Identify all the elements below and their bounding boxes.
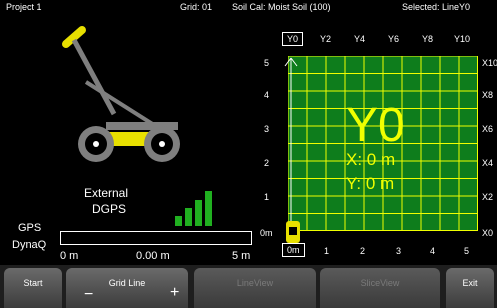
signal-bar <box>205 191 212 226</box>
x-position-readout: X: 0 m <box>346 150 396 169</box>
tab-y0[interactable]: Y0 <box>282 32 304 46</box>
lineview-label: LineView <box>236 278 274 288</box>
start-button[interactable]: Start <box>4 268 62 308</box>
y-axis-label: 3 <box>264 124 270 134</box>
y-axis-label: 1 <box>264 192 270 202</box>
project-name: Project 1 <box>6 2 42 12</box>
dynaq-value: 0.00 m <box>136 250 170 262</box>
dynaq-start: 0 m <box>60 250 79 262</box>
y-axis-label: 4 <box>264 90 270 100</box>
start-button-label: Start <box>23 278 43 288</box>
y-axis-label: 5 <box>264 58 270 68</box>
grid-id: Grid: 01 <box>180 2 213 12</box>
x-axis-label-origin: 0m <box>282 243 305 257</box>
x-line-label: X8 <box>482 90 494 100</box>
exit-button[interactable]: Exit <box>446 268 494 308</box>
soil-calibration: Soil Cal: Moist Soil (100) <box>232 2 331 12</box>
grid-line-minus-button[interactable]: − <box>84 286 93 304</box>
x-axis-label: 1 <box>324 246 330 256</box>
signal-bar <box>175 216 182 226</box>
gps-source-line1: External <box>84 186 129 200</box>
x-axis-label: 4 <box>430 246 436 256</box>
x-line-label: X2 <box>482 192 494 202</box>
signal-strength-icon <box>175 191 212 226</box>
dynaq-end: 5 m <box>232 250 251 262</box>
exit-label: Exit <box>462 278 478 288</box>
current-line-display: Y0 <box>346 99 405 152</box>
x-axis-label: 2 <box>360 246 366 256</box>
signal-bar <box>185 208 192 226</box>
gps-source-line2: DGPS <box>92 202 127 216</box>
line-tabs: Y0 Y2 Y4 Y6 Y8 Y10 <box>282 30 497 48</box>
status-bar: Project 1 Grid: 01 Soil Cal: Moist Soil … <box>0 0 497 14</box>
x-line-label: X4 <box>482 158 494 168</box>
lineview-button[interactable]: LineView <box>194 268 316 308</box>
x-line-label: X6 <box>482 124 494 134</box>
signal-bar <box>195 200 202 226</box>
grid-line-plus-button[interactable]: + <box>170 284 179 302</box>
y-axis-label: 0m <box>260 228 273 238</box>
dynaq-progress-bar <box>60 231 252 245</box>
sliceview-label: SliceView <box>360 278 400 288</box>
cart-position-marker-icon <box>286 221 300 243</box>
x-line-label: X0 <box>482 228 494 238</box>
sliceview-button[interactable]: SliceView <box>320 268 440 308</box>
dynaq-label: DynaQ <box>12 239 47 251</box>
gps-label: GPS <box>18 222 42 234</box>
y-axis-arrow-icon <box>284 57 298 232</box>
x-line-label: X10 <box>482 58 497 68</box>
tab-y8[interactable]: Y8 <box>422 34 433 44</box>
grid-line-label: Grid Line <box>108 278 146 288</box>
x-axis-label: 5 <box>464 246 470 256</box>
gpr-cart-icon <box>62 26 180 162</box>
tab-y2[interactable]: Y2 <box>320 34 331 44</box>
selected-line: Selected: LineY0 <box>402 2 471 12</box>
tab-y10[interactable]: Y10 <box>454 34 470 44</box>
y-position-readout: Y: 0 m <box>346 174 395 193</box>
tab-y4[interactable]: Y4 <box>354 34 365 44</box>
grid-line-control: Grid Line − + <box>66 268 188 308</box>
tab-y6[interactable]: Y6 <box>388 34 399 44</box>
y-axis-label: 2 <box>264 158 270 168</box>
x-axis-label: 3 <box>396 246 402 256</box>
